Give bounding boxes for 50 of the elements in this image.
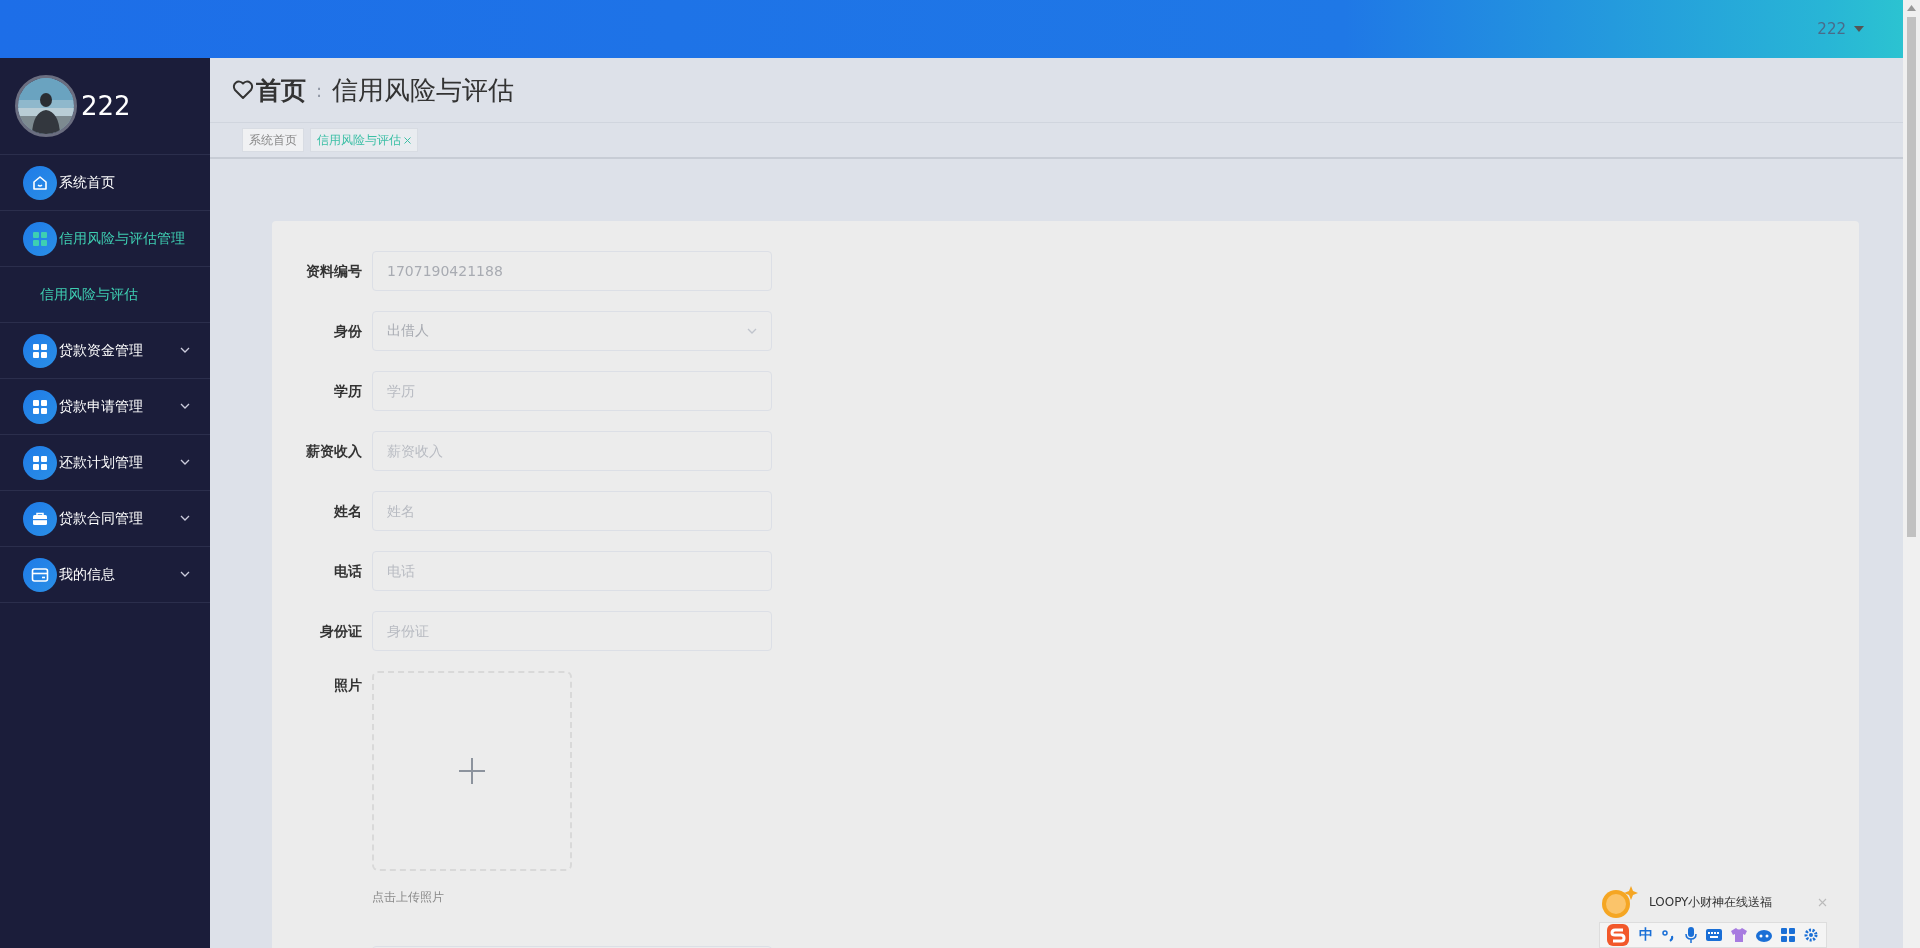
- microphone-icon[interactable]: [1685, 927, 1697, 943]
- field-label: 照片: [333, 676, 363, 695]
- home-icon: [23, 165, 57, 200]
- field-label: 身份证: [319, 622, 363, 641]
- menu-item[interactable]: 贷款资金管理: [0, 323, 210, 379]
- menu-item[interactable]: 贷款合同管理: [0, 491, 210, 547]
- chevron-down-icon: [180, 515, 190, 521]
- field-label: 学历: [333, 382, 363, 401]
- field-label: 电话: [333, 562, 363, 581]
- field-label: 姓名: [333, 502, 363, 521]
- heart-icon: [232, 80, 254, 100]
- grid-icon: [23, 221, 57, 256]
- plus-icon: [458, 757, 486, 785]
- caret-icon: [1854, 26, 1864, 32]
- breadcrumb-separator: :: [316, 79, 323, 101]
- keyboard-icon[interactable]: [1706, 929, 1722, 941]
- grid-icon: [23, 389, 57, 424]
- menu-item[interactable]: 系统首页: [0, 155, 210, 211]
- grid-icon: [23, 333, 57, 368]
- briefcase-icon: [23, 501, 57, 536]
- scrollbar[interactable]: [1903, 0, 1920, 948]
- apps-icon[interactable]: [1781, 928, 1795, 942]
- robot-icon[interactable]: [1756, 928, 1772, 942]
- breadcrumb-link[interactable]: 首页: [256, 73, 306, 107]
- breadcrumb-current: 信用风险与评估: [332, 73, 515, 107]
- ime-logo-icon[interactable]: [1606, 923, 1630, 947]
- grid-icon: [23, 445, 57, 480]
- card-icon: [23, 557, 57, 592]
- field-label: 薪资收入: [305, 442, 363, 461]
- menu-item[interactable]: 信用风险与评估管理: [0, 211, 210, 267]
- chevron-down-icon: [180, 347, 190, 353]
- punctuation-icon[interactable]: [1662, 928, 1676, 942]
- user-name: 222: [81, 91, 131, 121]
- field-label: 身份: [333, 322, 363, 341]
- shirt-icon[interactable]: [1731, 928, 1747, 942]
- chevron-down-icon: [180, 403, 190, 409]
- chevron-down-icon: [180, 459, 190, 465]
- sun-icon: [1599, 884, 1639, 920]
- field-label: 资料编号: [305, 262, 363, 281]
- ime-mode-toggle[interactable]: 中: [1639, 926, 1653, 944]
- menu-item[interactable]: 我的信息: [0, 547, 210, 603]
- chevron-down-icon: [180, 571, 190, 577]
- chevron-down-icon: [747, 328, 757, 334]
- menu-item[interactable]: 还款计划管理: [0, 435, 210, 491]
- menu-item[interactable]: 贷款申请管理: [0, 379, 210, 435]
- upload-hint: 点击上传照片: [372, 889, 445, 906]
- close-icon[interactable]: [404, 136, 411, 144]
- ime-tip-text: LOOPY小财神在线送福: [1649, 893, 1774, 911]
- scroll-up-icon[interactable]: [1907, 5, 1916, 11]
- settings-icon[interactable]: [1804, 928, 1818, 942]
